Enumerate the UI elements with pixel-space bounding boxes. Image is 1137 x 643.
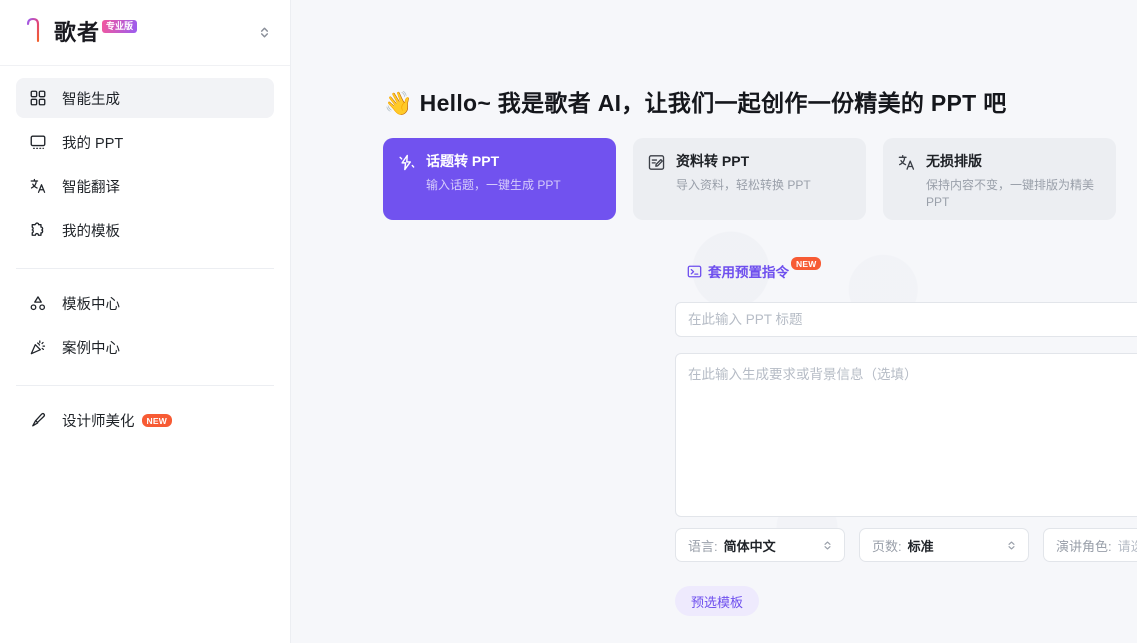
translate-layout-icon: [897, 153, 916, 172]
sidebar-item-my-templates[interactable]: 我的模板: [16, 210, 274, 250]
sidebar-item-label: 智能生成: [62, 91, 120, 108]
mode-card-lossless-layout[interactable]: 无损排版 保持内容不变，一键排版为精美 PPT: [883, 138, 1116, 220]
sidebar-divider-1: [16, 268, 274, 269]
sidebar-item-label: 我的模板: [62, 223, 120, 240]
select-value: 简体中文: [723, 538, 776, 554]
brand-name: 歌者: [54, 19, 101, 45]
new-badge: NEW: [791, 256, 822, 270]
option-select-row: 语言: 简体中文 页数: 标准 演讲角色: 请选: [675, 528, 1137, 562]
ppt-title-input[interactable]: [675, 302, 1137, 337]
sidebar-nav: 智能生成 我的 PPT 智能翻译 我的模板: [0, 66, 290, 254]
mode-card-sub: 保持内容不变，一键排版为精美 PPT: [926, 178, 1095, 209]
select-label: 演讲角色:: [1056, 538, 1112, 554]
mode-card-title: 无损排版: [926, 153, 982, 169]
waveform-logo-icon: [16, 15, 50, 51]
sidebar-item-smart-translate[interactable]: 智能翻译: [16, 166, 274, 206]
preset-instruction-link[interactable]: 套用预置指令 NEW: [687, 256, 822, 281]
select-language[interactable]: 语言: 简体中文: [675, 528, 845, 562]
mode-card-title: 资料转 PPT: [676, 153, 750, 169]
brand: 歌者 专业版: [54, 18, 138, 48]
mode-card-row: 话题转 PPT 输入话题，一键生成 PPT 资料转 PPT 导入资料，轻松转换 …: [383, 138, 1116, 220]
select-label: 页数:: [872, 538, 902, 554]
select-value: 请选择: [1117, 538, 1137, 554]
sidebar-item-label: 我的 PPT: [62, 135, 124, 152]
sidebar-item-template-center[interactable]: 模板中心: [16, 283, 274, 323]
mode-card-sub: 导入资料，轻松转换 PPT: [676, 178, 811, 192]
sidebar-divider-2: [16, 385, 274, 386]
sidebar-item-label: 智能翻译: [62, 179, 120, 196]
mode-card-sub: 输入话题，一键生成 PPT: [426, 178, 561, 192]
preset-instruction-label: 套用预置指令: [708, 265, 789, 280]
select-page-count[interactable]: 页数: 标准: [859, 528, 1029, 562]
chevron-updown-icon[interactable]: [257, 25, 272, 40]
main-content: 👋 Hello~ 我是歌者 AI，让我们一起创作一份精美的 PPT 吧 话题转 …: [291, 0, 1137, 643]
confetti-icon: [28, 337, 48, 357]
select-value: 标准: [907, 538, 934, 554]
chevron-updown-icon: [821, 539, 834, 552]
sidebar: 歌者 专业版 智能生成 我的 PPT 智能翻译 我的模板 模板中心 案例中心 设…: [0, 0, 291, 643]
puzzle-icon: [28, 220, 48, 240]
mode-card-topic-to-ppt[interactable]: 话题转 PPT 输入话题，一键生成 PPT: [383, 138, 616, 220]
mode-card-title: 话题转 PPT: [426, 153, 500, 169]
terminal-icon: [687, 264, 702, 279]
grid-icon: [28, 88, 48, 108]
sidebar-item-label: 设计师美化: [62, 413, 135, 430]
mode-card-text: 资料转 PPT 导入资料，轻松转换 PPT: [676, 152, 811, 220]
mode-card-doc-to-ppt[interactable]: 资料转 PPT 导入资料，轻松转换 PPT: [633, 138, 866, 220]
select-label: 语言:: [688, 538, 718, 554]
sidebar-item-label: 模板中心: [62, 296, 120, 313]
sidebar-item-smart-generate[interactable]: 智能生成: [16, 78, 274, 118]
sidebar-nav-secondary: 模板中心 案例中心: [0, 283, 290, 371]
page-title: 👋 Hello~ 我是歌者 AI，让我们一起创作一份精美的 PPT 吧: [384, 84, 1007, 118]
page-title-text: Hello~ 我是歌者 AI，让我们一起创作一份精美的 PPT 吧: [419, 90, 1007, 116]
translate-icon: [28, 176, 48, 196]
sidebar-item-my-ppt[interactable]: 我的 PPT: [16, 122, 274, 162]
sidebar-header: 歌者 专业版: [0, 0, 290, 66]
brush-icon: [28, 410, 48, 430]
sidebar-item-label: 案例中心: [62, 340, 120, 357]
new-badge: NEW: [141, 413, 172, 427]
preselect-template-button[interactable]: 预选模板: [675, 586, 760, 616]
presentation-icon: [28, 132, 48, 152]
select-speaker-role[interactable]: 演讲角色: 请选择: [1043, 528, 1137, 562]
chevron-updown-icon: [1005, 539, 1018, 552]
sidebar-nav-tertiary: 设计师美化 NEW: [0, 400, 290, 444]
pro-badge: 专业版: [102, 19, 138, 33]
shapes-icon: [28, 293, 48, 313]
mode-card-text: 话题转 PPT 输入话题，一键生成 PPT: [426, 152, 561, 220]
wave-emoji-icon: 👋: [384, 90, 413, 116]
ppt-description-textarea[interactable]: [675, 353, 1137, 517]
app-root: 歌者 专业版 智能生成 我的 PPT 智能翻译 我的模板 模板中心 案例中心 设…: [0, 0, 1137, 643]
mode-card-text: 无损排版 保持内容不变，一键排版为精美 PPT: [926, 152, 1098, 220]
sidebar-item-designer-beautify[interactable]: 设计师美化 NEW: [16, 400, 274, 440]
document-edit-icon: [647, 153, 666, 172]
bolt-sparkle-icon: [397, 153, 416, 172]
sidebar-item-case-center[interactable]: 案例中心: [16, 327, 274, 367]
